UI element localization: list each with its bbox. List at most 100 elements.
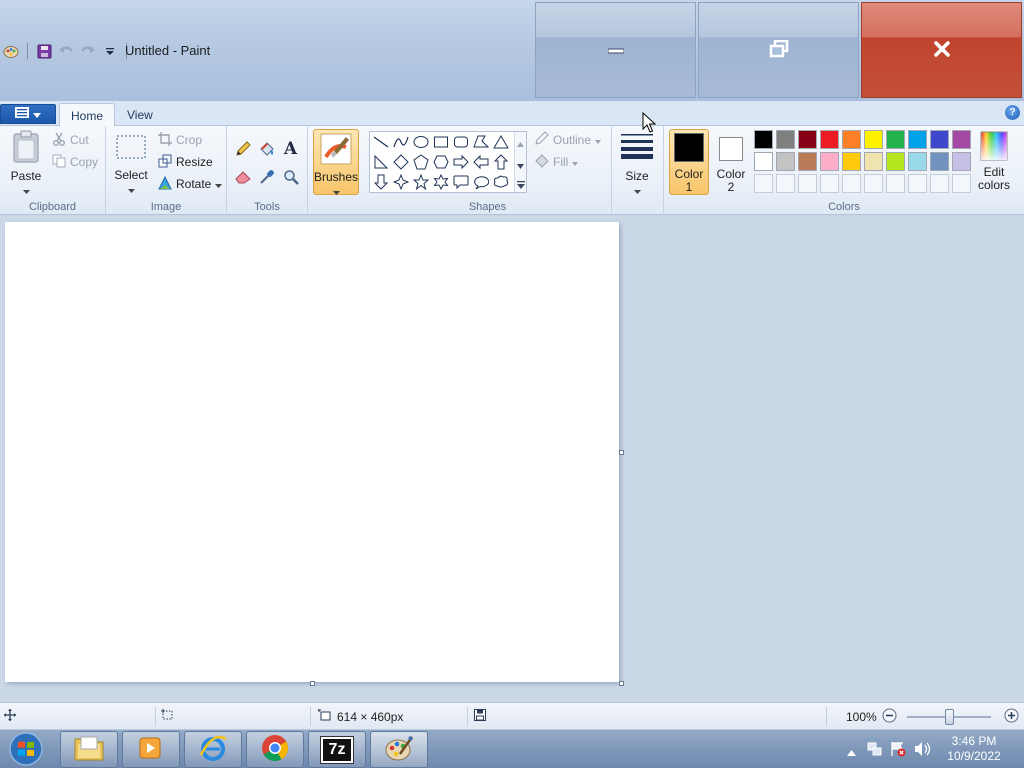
palette-swatch[interactable] (908, 130, 927, 149)
tab-home[interactable]: Home (59, 103, 116, 127)
drawing-canvas[interactable] (5, 222, 619, 682)
action-center-icon[interactable] (890, 741, 906, 760)
pentagon-shape-icon[interactable] (411, 152, 431, 172)
palette-swatch[interactable] (798, 152, 817, 171)
left-arrow-shape-icon[interactable] (471, 152, 491, 172)
palette-swatch[interactable] (842, 152, 861, 171)
file-menu-button[interactable] (0, 104, 56, 124)
custom-color-slot[interactable] (820, 174, 839, 193)
palette-swatch[interactable] (886, 130, 905, 149)
taskbar-internet-explorer[interactable] (184, 731, 242, 768)
palette-swatch[interactable] (820, 130, 839, 149)
palette-swatch[interactable] (754, 152, 773, 171)
palette-swatch[interactable] (930, 130, 949, 149)
polygon-shape-icon[interactable] (471, 132, 491, 152)
five-point-star-shape-icon[interactable] (411, 172, 431, 192)
custom-color-slot[interactable] (930, 174, 949, 193)
tab-view[interactable]: View (116, 103, 164, 126)
zoom-slider-thumb[interactable] (945, 709, 954, 725)
palette-swatch[interactable] (952, 152, 971, 171)
diamond-shape-icon[interactable] (391, 152, 411, 172)
edit-colors-button[interactable]: Edit colors (973, 131, 1015, 192)
resize-handle-bottom[interactable] (310, 681, 315, 686)
down-arrow-shape-icon[interactable] (371, 172, 391, 192)
magnifier-icon[interactable] (280, 166, 301, 187)
network-icon[interactable] (867, 741, 883, 760)
resize-button[interactable]: Resize (158, 153, 213, 171)
scroll-down-icon[interactable] (517, 158, 524, 172)
palette-swatch[interactable] (820, 152, 839, 171)
scroll-up-icon[interactable] (517, 136, 524, 150)
minimize-button[interactable] (535, 2, 696, 98)
size-button[interactable]: Size (618, 132, 656, 197)
color2-button[interactable]: Color 2 (712, 129, 750, 195)
save-icon[interactable] (35, 42, 53, 60)
triangle-shape-icon[interactable] (491, 132, 511, 152)
palette-swatch[interactable] (798, 130, 817, 149)
paint-app-icon[interactable] (2, 42, 20, 60)
help-icon[interactable]: ? (1005, 105, 1020, 120)
taskbar-chrome[interactable] (246, 731, 304, 768)
rounded-rectangle-shape-icon[interactable] (451, 132, 471, 152)
customize-qat-icon[interactable] (101, 42, 119, 60)
show-hidden-icons-icon[interactable] (847, 745, 856, 759)
palette-swatch[interactable] (930, 152, 949, 171)
fill-bucket-icon[interactable] (256, 138, 277, 159)
close-button[interactable] (861, 2, 1022, 98)
six-point-star-shape-icon[interactable] (431, 172, 451, 192)
fill-button[interactable]: Fill (534, 153, 579, 171)
custom-color-slot[interactable] (842, 174, 861, 193)
taskbar-paint[interactable] (370, 731, 428, 768)
resize-handle-corner[interactable] (619, 681, 624, 686)
four-point-star-shape-icon[interactable] (391, 172, 411, 192)
outline-button[interactable]: Outline (534, 131, 602, 149)
custom-color-slot[interactable] (776, 174, 795, 193)
select-button[interactable]: Select (112, 134, 150, 196)
custom-color-slot[interactable] (754, 174, 773, 193)
custom-color-slot[interactable] (908, 174, 927, 193)
up-arrow-shape-icon[interactable] (491, 152, 511, 172)
paste-button[interactable]: Paste (6, 130, 46, 197)
taskbar-7zip[interactable]: 7z (308, 731, 366, 768)
oval-shape-icon[interactable] (411, 132, 431, 152)
palette-swatch[interactable] (864, 130, 883, 149)
right-triangle-shape-icon[interactable] (371, 152, 391, 172)
redo-icon[interactable] (79, 42, 97, 60)
custom-color-slot[interactable] (886, 174, 905, 193)
palette-swatch[interactable] (908, 152, 927, 171)
crop-button[interactable]: Crop (158, 131, 202, 149)
resize-handle-right[interactable] (619, 450, 624, 455)
taskbar-media-player[interactable] (122, 731, 180, 768)
custom-color-slot[interactable] (864, 174, 883, 193)
copy-button[interactable]: Copy (52, 153, 98, 171)
taskbar-file-explorer[interactable] (60, 731, 118, 768)
rounded-callout-shape-icon[interactable] (451, 172, 471, 192)
shapes-scroll[interactable] (514, 132, 526, 192)
rotate-button[interactable]: Rotate (158, 175, 223, 193)
palette-swatch[interactable] (842, 130, 861, 149)
hexagon-shape-icon[interactable] (431, 152, 451, 172)
eraser-icon[interactable] (232, 166, 253, 187)
pencil-icon[interactable] (232, 138, 253, 159)
oval-callout-shape-icon[interactable] (471, 172, 491, 192)
text-icon[interactable]: A (280, 138, 301, 159)
palette-swatch[interactable] (776, 130, 795, 149)
palette-swatch[interactable] (754, 130, 773, 149)
brushes-button[interactable]: Brushes (313, 129, 359, 195)
right-arrow-shape-icon[interactable] (451, 152, 471, 172)
undo-icon[interactable] (57, 42, 75, 60)
palette-swatch[interactable] (886, 152, 905, 171)
curve-shape-icon[interactable] (391, 132, 411, 152)
cut-button[interactable]: Cut (52, 131, 89, 149)
zoom-out-button[interactable] (882, 703, 897, 730)
color-picker-icon[interactable] (256, 166, 277, 187)
custom-color-slot[interactable] (952, 174, 971, 193)
canvas-workspace[interactable] (0, 216, 1024, 702)
zoom-in-button[interactable] (1004, 703, 1019, 730)
gallery-expand-icon[interactable] (517, 178, 525, 192)
cloud-callout-shape-icon[interactable] (491, 172, 511, 192)
start-button[interactable] (4, 731, 48, 768)
taskbar-clock[interactable]: 3:46 PM 10/9/2022 (935, 734, 1013, 764)
palette-swatch[interactable] (864, 152, 883, 171)
line-shape-icon[interactable] (371, 132, 391, 152)
